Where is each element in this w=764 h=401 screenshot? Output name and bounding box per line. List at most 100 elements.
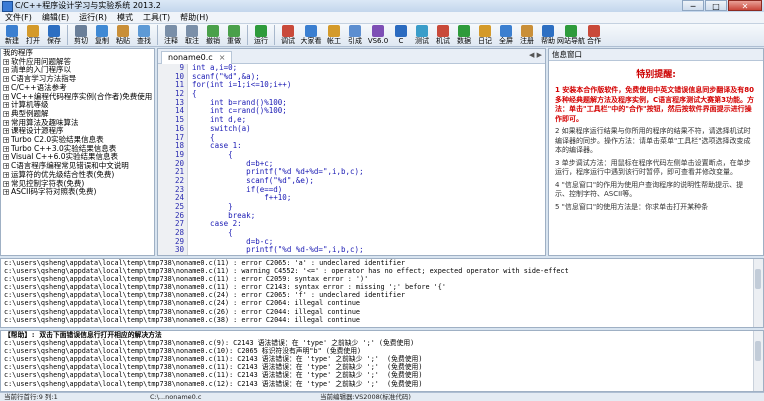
toolbar-button-label: 撤销 [206, 37, 220, 45]
toolbar-button[interactable]: 粘贴 [113, 24, 133, 47]
help-scrollbar[interactable] [753, 331, 763, 391]
tab-scroll-arrows[interactable]: ◀ ▶ [529, 51, 542, 59]
toolbar-button[interactable]: 注释 [161, 24, 181, 47]
tab-label: noname0.c [168, 53, 213, 62]
expand-icon[interactable]: + [3, 180, 9, 187]
minimize-button[interactable]: ─ [682, 0, 704, 11]
expand-icon[interactable]: + [3, 76, 9, 83]
expand-icon[interactable]: + [3, 171, 9, 178]
toolbar-button[interactable]: 数据 [454, 24, 474, 47]
code-line[interactable]: f++10; [192, 194, 542, 203]
toolbar-button-icon [138, 25, 150, 37]
help-line[interactable]: c:\users\qsheng\appdata\local\temp\tmp73… [1, 380, 763, 388]
tree-node-label: 典型例题解 [11, 108, 49, 118]
output-scrollbar[interactable] [753, 259, 763, 327]
expand-icon[interactable]: + [3, 102, 9, 109]
toolbar-button[interactable]: C [391, 24, 411, 47]
code-line[interactable]: printf("%d %d-%d=",i,b,c); [192, 246, 542, 255]
menu-item[interactable]: 编辑(E) [37, 12, 74, 23]
toolbar-button-icon [542, 25, 554, 37]
expand-icon[interactable]: + [3, 154, 9, 161]
toolbar-button-label: 注册 [520, 37, 534, 45]
toolbar-button[interactable]: 全屏 [496, 24, 516, 47]
toolbar-button-icon [27, 25, 39, 37]
toolbar-button[interactable]: 大家看 [299, 24, 323, 47]
expand-icon[interactable]: + [3, 110, 9, 117]
output-line[interactable]: c:\users\qsheng\appdata\local\temp\tmp73… [1, 316, 763, 324]
toolbar-button-icon [48, 25, 60, 37]
output-line[interactable]: c:\users\qsheng\appdata\local\temp\tmp73… [1, 283, 763, 291]
output-line[interactable]: c:\users\qsheng\appdata\local\temp\tmp73… [1, 299, 763, 307]
code-line[interactable]: case 2: [192, 220, 542, 229]
expand-icon[interactable]: + [3, 128, 9, 135]
code-line[interactable]: case 1: [192, 141, 542, 151]
toolbar-button[interactable]: 帐工 [324, 24, 344, 47]
toolbar-button[interactable]: 注册 [517, 24, 537, 47]
toolbar-button-icon [75, 25, 87, 37]
toolbar-button[interactable]: 剪切 [71, 24, 91, 47]
tab-noname0[interactable]: noname0.c × [161, 51, 233, 64]
toolbar-button[interactable]: 复制 [92, 24, 112, 47]
toolbar-button[interactable]: 撤销 [203, 24, 223, 47]
toolbar-button[interactable]: 重做 [224, 24, 244, 47]
toolbar-button[interactable]: VS6.0 [366, 24, 390, 47]
expand-icon[interactable]: + [3, 189, 9, 196]
toolbar-button-label: 机试 [436, 37, 450, 45]
output-line[interactable]: c:\users\qsheng\appdata\local\temp\tmp73… [1, 275, 763, 283]
toolbar-button[interactable]: 调试 [278, 24, 298, 47]
code-line[interactable]: for(int i=1;i<=10;i++) [192, 81, 542, 90]
toolbar-button[interactable]: 保存 [44, 24, 64, 47]
expand-icon[interactable]: + [3, 84, 9, 91]
expand-icon[interactable]: + [3, 163, 9, 170]
menu-item[interactable]: 工具(T) [138, 12, 175, 23]
help-line[interactable]: c:\users\qsheng\appdata\local\temp\tmp73… [1, 371, 763, 379]
output-line[interactable]: c:\users\qsheng\appdata\local\temp\tmp73… [1, 259, 763, 267]
toolbar-button[interactable]: 查找 [134, 24, 154, 47]
help-line[interactable]: c:\users\qsheng\appdata\local\temp\tmp73… [1, 339, 763, 347]
close-button[interactable]: ✕ [728, 0, 762, 11]
menu-item[interactable]: 文件(F) [0, 12, 37, 23]
code-line[interactable]: switch(a) [192, 124, 542, 134]
toolbar-button[interactable]: 运行 [251, 24, 271, 47]
code-area[interactable]: 9 10 11 12 13 14 15 16 17 18 19 20 21 22 23 24 25 26 27 28 2… [158, 64, 545, 255]
toolbar-button[interactable]: 合作 [584, 24, 604, 47]
code-line[interactable]: break; [192, 211, 542, 221]
toolbar-button[interactable]: 帮助 [538, 24, 558, 47]
help-header: 【帮助】: 双击下面错误信息行打开相应的解决方法 [4, 331, 162, 339]
menu-item[interactable]: 运行(R) [74, 12, 112, 23]
toolbar-button[interactable]: 新建 [2, 24, 22, 47]
expand-icon[interactable]: + [3, 119, 9, 126]
expand-icon[interactable]: + [3, 93, 9, 100]
tree-node-label: C语言学习方法指导 [11, 74, 77, 84]
toolbar-button[interactable]: 取注 [182, 24, 202, 47]
maximize-button[interactable]: □ [705, 0, 727, 11]
output-line[interactable]: c:\users\qsheng\appdata\local\temp\tmp73… [1, 267, 763, 275]
toolbar-button[interactable]: 网站导航 [557, 24, 585, 47]
output-line[interactable]: c:\users\qsheng\appdata\local\temp\tmp73… [1, 308, 763, 316]
expand-icon[interactable]: + [3, 137, 9, 144]
menu-item[interactable]: 帮助(H) [175, 12, 213, 23]
tab-close-icon[interactable]: × [219, 53, 226, 62]
toolbar-button-label: 剪切 [74, 37, 88, 45]
toolbar-button-label: 日记 [478, 37, 492, 45]
toolbar-button[interactable]: 日记 [475, 24, 495, 47]
tree-node[interactable]: + ASCII码字符对照表(免费) [1, 187, 154, 197]
tree-node-label: 计算机等级 [11, 100, 49, 110]
output-line[interactable]: c:\users\qsheng\appdata\local\temp\tmp73… [1, 291, 763, 299]
code-text[interactable]: int a,i=0; scanf("%d",&a); for(int i=1;i<=… [192, 64, 542, 255]
error-help-panel: 【帮助】: 双击下面错误信息行打开相应的解决方法 c:\users\qsheng\… [0, 330, 764, 392]
toolbar-button[interactable]: 引成 [345, 24, 365, 47]
menu-item[interactable]: 模式 [112, 12, 138, 23]
expand-icon[interactable]: + [3, 67, 9, 74]
toolbar-button[interactable]: 测试 [412, 24, 432, 47]
toolbar-button-label: 查找 [137, 37, 151, 45]
toolbar-button-icon [565, 25, 577, 37]
code-line[interactable]: { [192, 133, 542, 143]
toolbar-button[interactable]: 打开 [23, 24, 43, 47]
line-number-gutter: 9 10 11 12 13 14 15 16 17 18 19 20 21 22 23 24 25 26 27 28 2… [158, 64, 188, 255]
expand-icon[interactable]: + [3, 145, 9, 152]
toolbar-button-label: VS6.0 [367, 37, 389, 45]
toolbar-button[interactable]: 机试 [433, 24, 453, 47]
editor-tab-bar: noname0.c × ◀ ▶ [158, 49, 545, 64]
expand-icon[interactable]: + [3, 58, 9, 65]
